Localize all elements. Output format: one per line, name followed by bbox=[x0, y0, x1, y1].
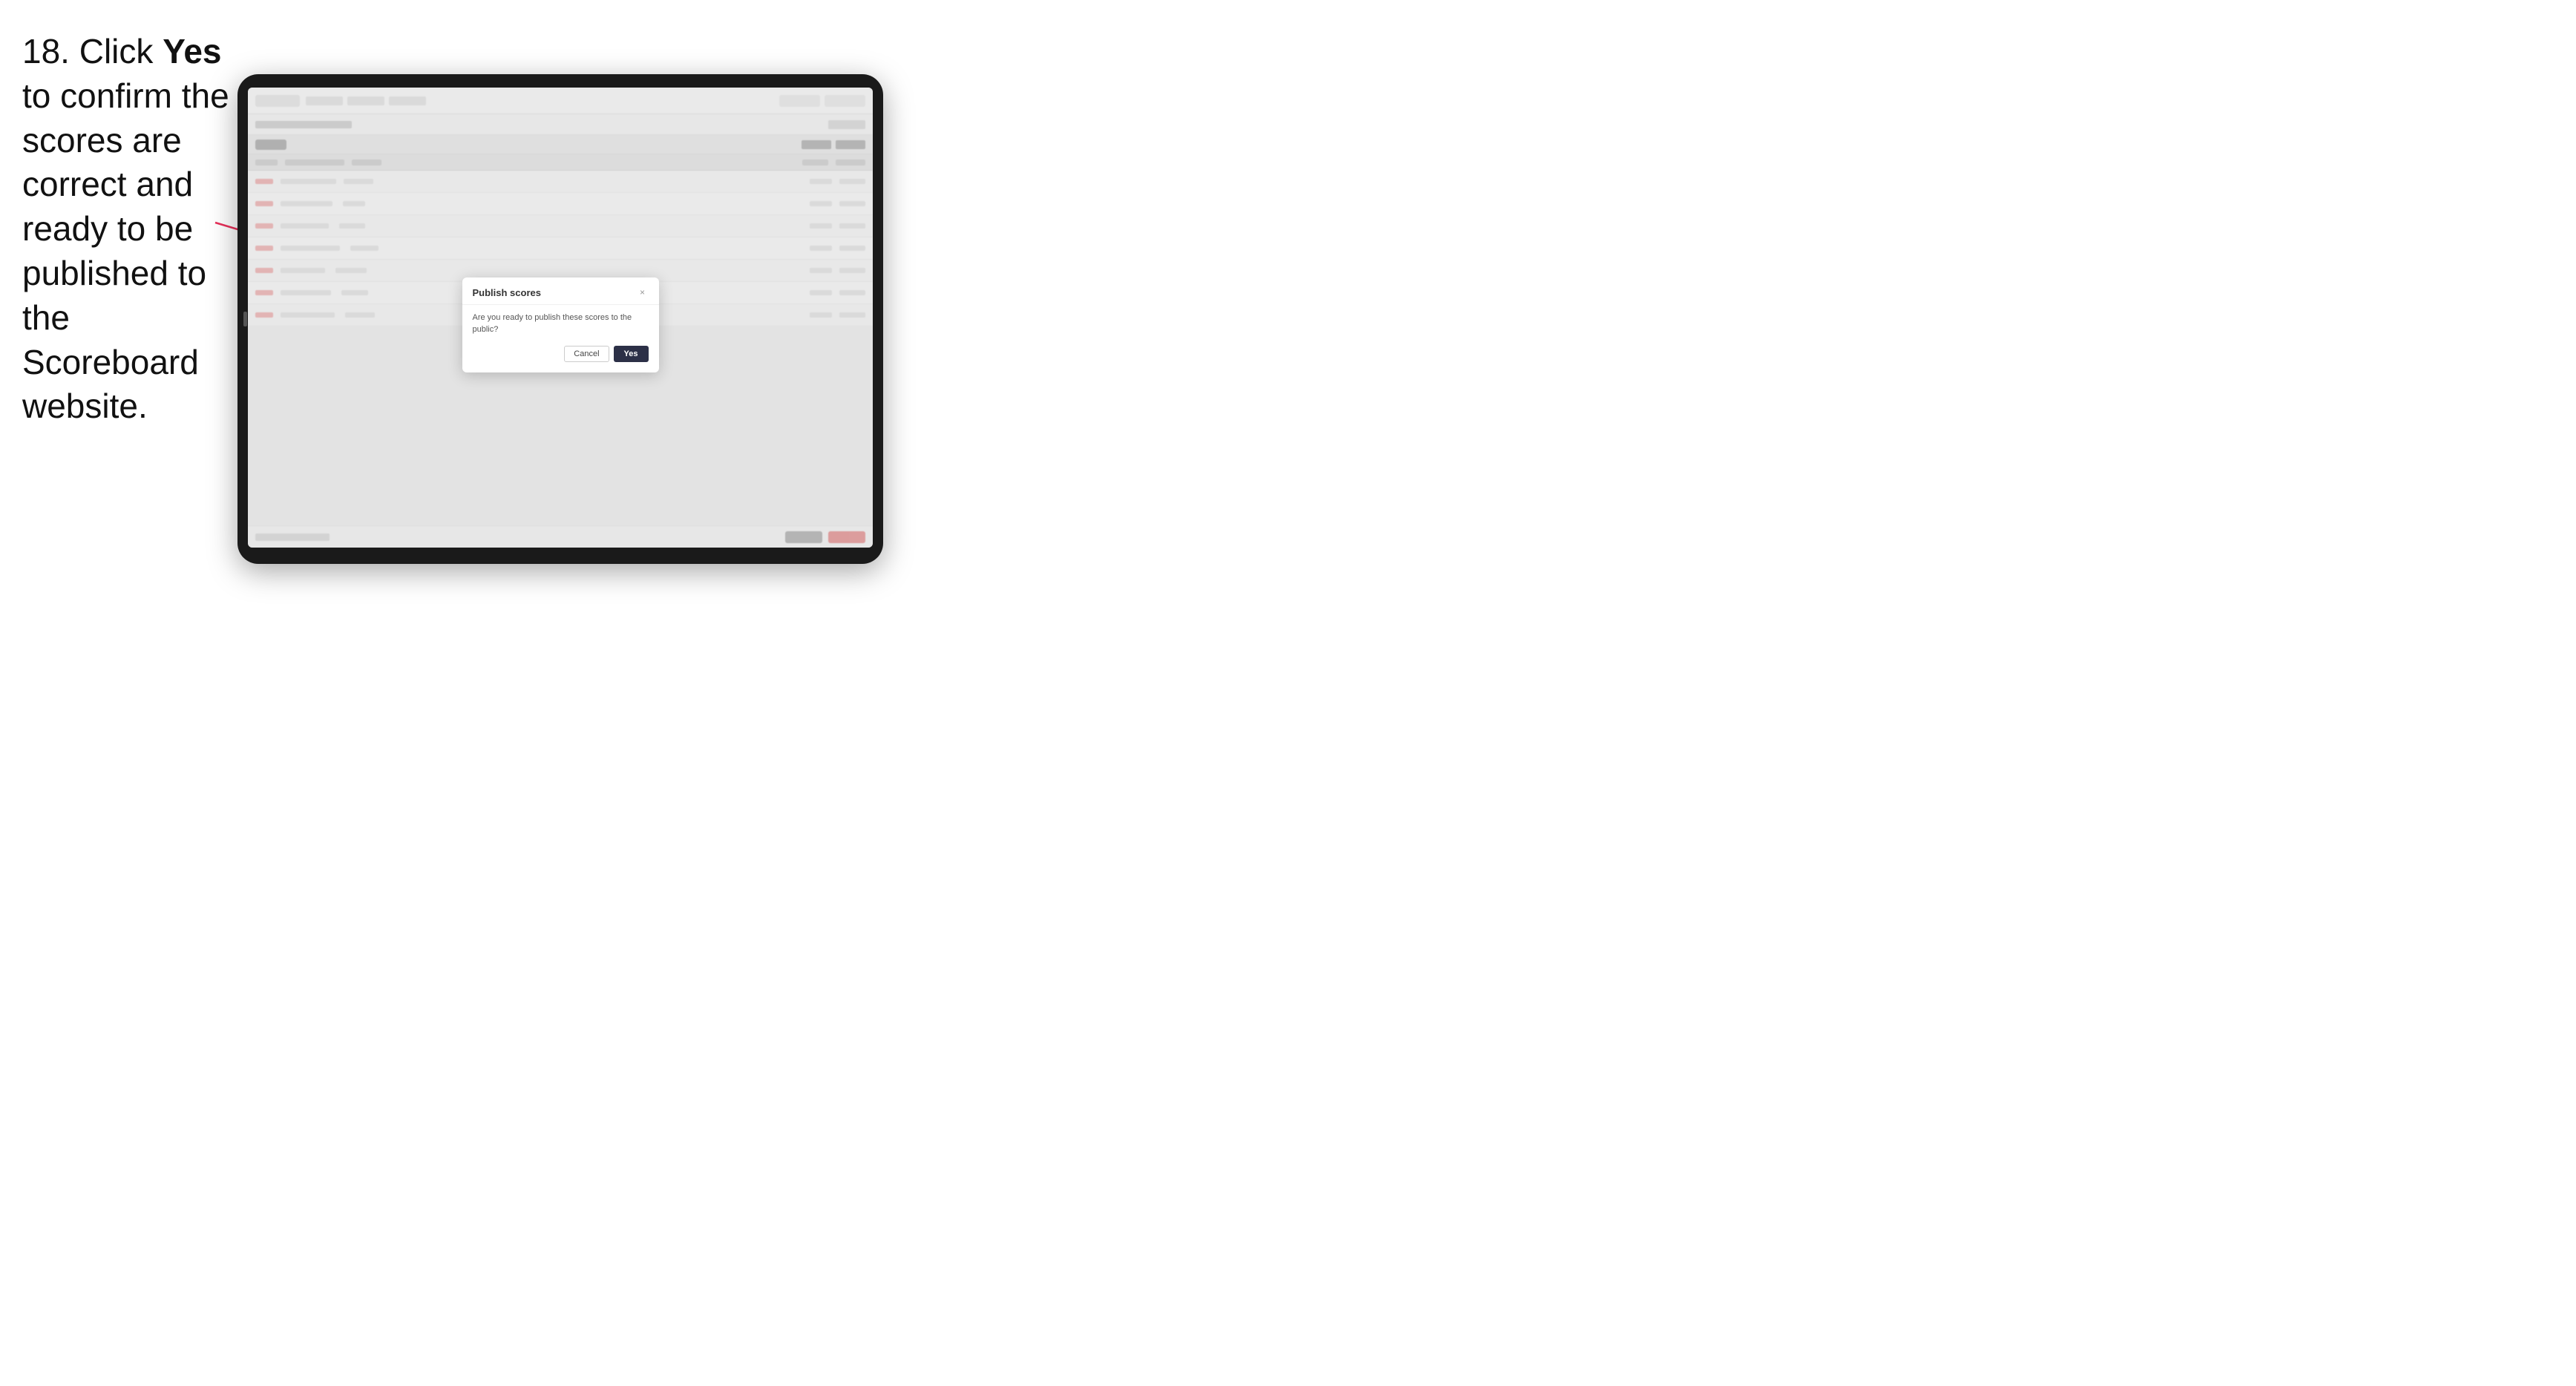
instruction-plain: Click bbox=[79, 32, 163, 70]
tablet-screen: Publish scores × Are you ready to publis… bbox=[248, 88, 873, 548]
dialog-close-button[interactable]: × bbox=[637, 286, 649, 298]
instruction-text: 18. Click Yes to confirm the scores are … bbox=[22, 30, 230, 429]
yes-button[interactable]: Yes bbox=[614, 346, 649, 362]
dialog-title: Publish scores bbox=[473, 287, 541, 298]
modal-overlay: Publish scores × Are you ready to publis… bbox=[248, 88, 873, 548]
dialog-header: Publish scores × bbox=[462, 277, 659, 305]
bold-yes: Yes bbox=[163, 32, 221, 70]
publish-scores-dialog: Publish scores × Are you ready to publis… bbox=[462, 277, 659, 372]
dialog-body: Are you ready to publish these scores to… bbox=[462, 305, 659, 372]
cancel-button[interactable]: Cancel bbox=[564, 346, 609, 362]
dialog-actions: Cancel Yes bbox=[473, 346, 649, 362]
dialog-message: Are you ready to publish these scores to… bbox=[473, 312, 649, 335]
step-number: 18. bbox=[22, 32, 70, 70]
instruction-rest: to confirm the scores are correct and re… bbox=[22, 76, 229, 426]
tablet-side-button bbox=[243, 312, 247, 326]
tablet-device: Publish scores × Are you ready to publis… bbox=[237, 74, 883, 564]
